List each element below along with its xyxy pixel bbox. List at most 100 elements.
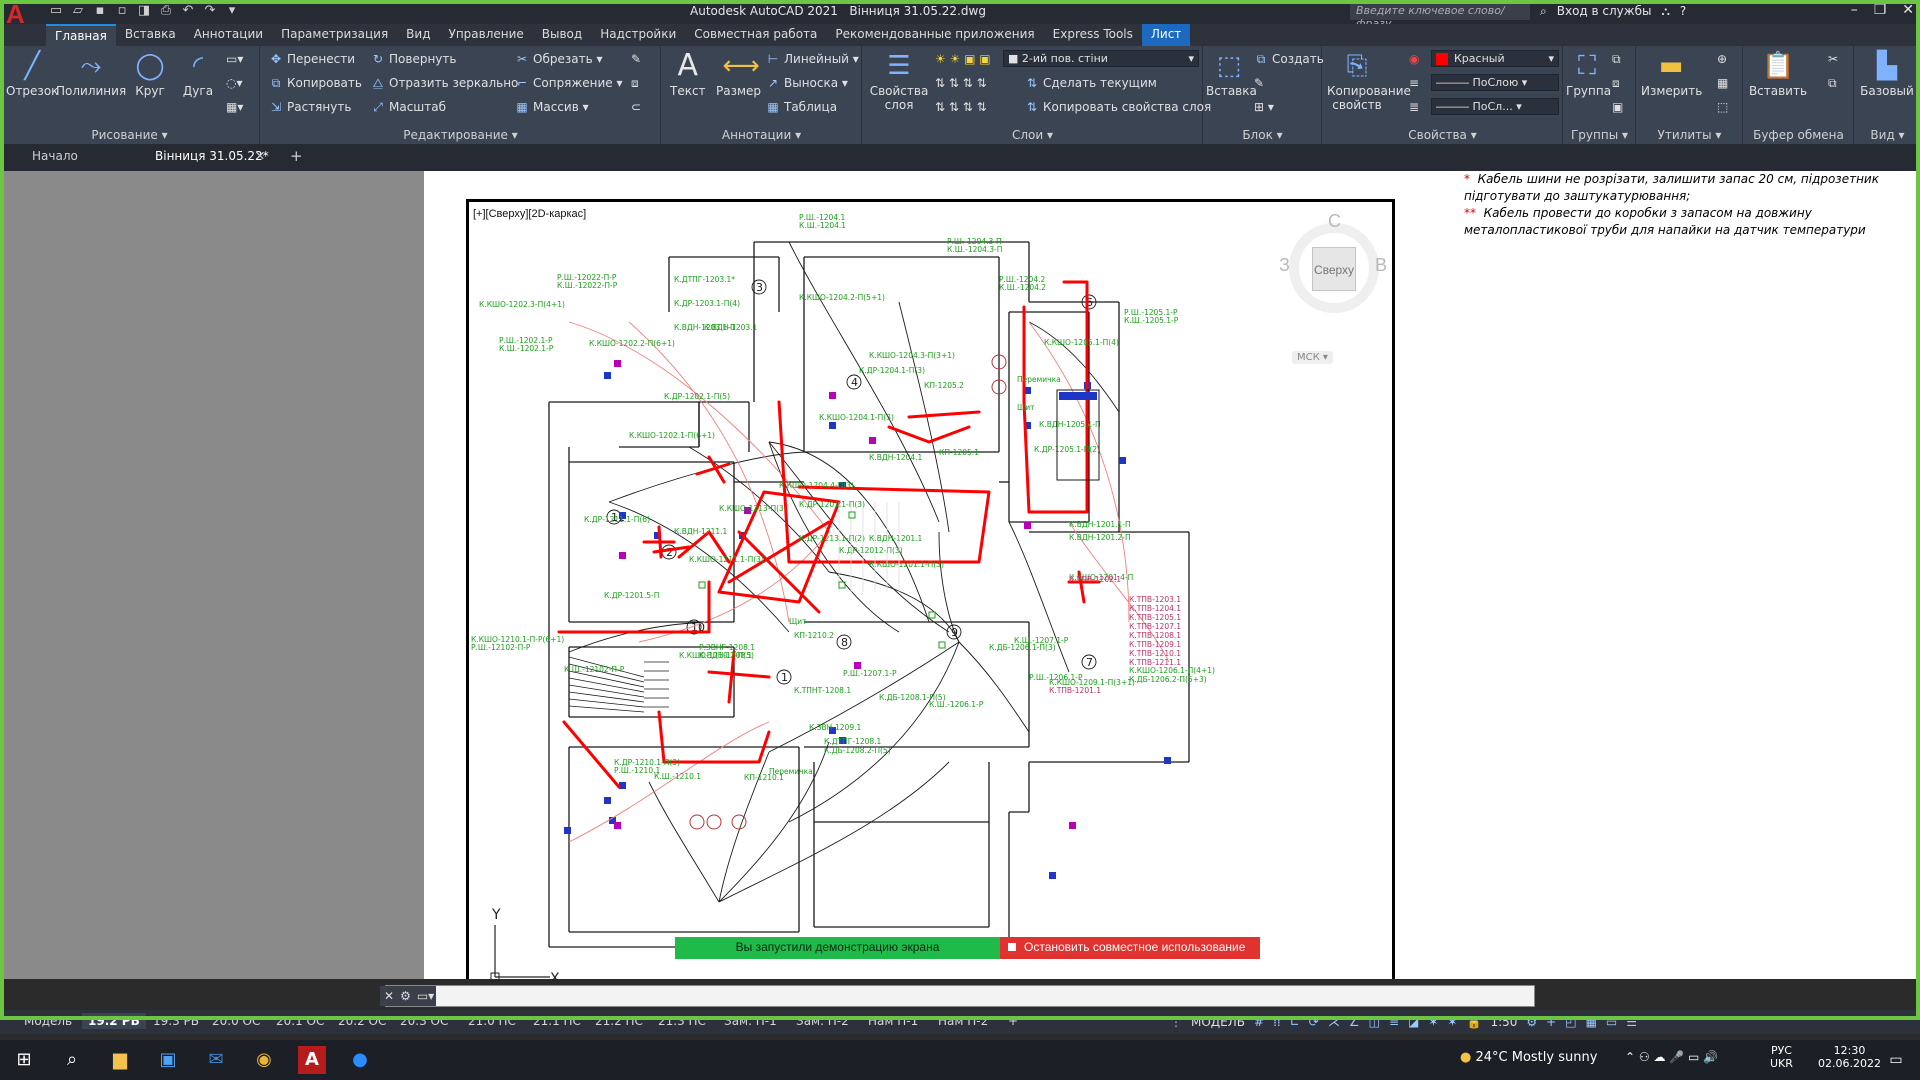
array-button[interactable]: ▦ Массив ▾ [515, 100, 588, 114]
rectangle-icon[interactable]: ▭▾ [226, 52, 243, 66]
layout-tab-2[interactable]: 19.3 РБ [147, 1013, 205, 1029]
panel-modify-title[interactable]: Редактирование ▾ [261, 128, 660, 142]
tab-express-tools[interactable]: Express Tools [1044, 24, 1142, 46]
trim-button[interactable]: ✂ Обрезать ▾ [515, 52, 603, 66]
viewport-controls-label[interactable]: [+][Сверху][2D-каркас] [473, 208, 586, 220]
layout-tab-9[interactable]: 21.2 ПС [589, 1013, 649, 1029]
stretch-button[interactable]: ⇲ Растянуть [269, 100, 351, 114]
undo-icon[interactable]: ↶ [180, 3, 196, 19]
viewcube-west-label[interactable]: З [1279, 255, 1290, 276]
dimension-button[interactable]: ⟷ Размер [716, 50, 761, 98]
stop-sharing-button[interactable]: Остановить совместное использование [1000, 937, 1260, 959]
circle-button[interactable]: ◯ Круг [134, 50, 166, 98]
redo-icon[interactable]: ↷ [202, 3, 218, 19]
layer-tools-row1[interactable]: ⇅ ⇅ ⇅ ⇅ [935, 76, 987, 90]
ucs-menu[interactable]: МСК ▾ [1292, 351, 1333, 364]
ungroup-icon[interactable]: ⧉ [1612, 52, 1621, 67]
panel-layers-title[interactable]: Слои ▾ [863, 128, 1202, 142]
fillet-button[interactable]: ⌐ Сопряжение ▾ [515, 76, 623, 90]
layout-tab-5[interactable]: 20.2 ОС [332, 1013, 392, 1029]
tray-icons[interactable]: ⌃ ⚇ ☁ 🎤 ▭ 🔊 [1625, 1050, 1718, 1064]
ortho-icon[interactable]: ∟ [1290, 1015, 1300, 1029]
match-properties-button[interactable]: ⎘ Копирование свойств [1327, 50, 1411, 112]
search-input[interactable]: Введите ключевое слово/фразу [1350, 2, 1530, 30]
clock[interactable]: 12:30 02.06.2022 [1818, 1044, 1881, 1070]
tab-addins[interactable]: Надстройки [591, 24, 685, 46]
grid-icon[interactable]: ▦▾ [226, 100, 243, 114]
text-button[interactable]: A Текст [670, 50, 706, 99]
command-line[interactable]: ✕ ⚙ ▭▾ [380, 985, 1535, 1007]
panel-utilities-title[interactable]: Утилиты ▾ [1637, 128, 1742, 142]
annotation-visibility-icon[interactable]: ✶ [1428, 1015, 1438, 1029]
layout-tab-12[interactable]: Зам. П-2 [790, 1013, 855, 1029]
make-current-button[interactable]: ⇅ Сделать текущим [1025, 76, 1157, 90]
id-point-icon[interactable]: ⊕ [1717, 52, 1727, 66]
linetype-dropdown[interactable]: ――― ПоСлою ▾ [1431, 74, 1559, 91]
layer-state-icons[interactable]: ☀ ☀ ▣ ▣ [935, 52, 991, 66]
new-icon[interactable]: ▭ [48, 3, 64, 19]
color-dropdown[interactable]: Красный ▾ [1431, 50, 1559, 67]
leader-button[interactable]: ↗ Выноска ▾ [766, 76, 848, 90]
edit-block-icon[interactable]: ✎ [1254, 76, 1264, 90]
tab-output[interactable]: Вывод [533, 24, 591, 46]
object-snap-icon[interactable]: ◫ [1369, 1015, 1380, 1029]
panel-groups-title[interactable]: Группы ▾ [1564, 128, 1635, 142]
close-tab-icon[interactable]: ✕ [255, 149, 265, 163]
notifications-icon[interactable]: ▭ [1882, 1046, 1910, 1074]
snap-mode-icon[interactable]: ⁞⁞ [1273, 1015, 1281, 1029]
new-tab-icon[interactable]: + [290, 147, 303, 165]
workspace-gear-icon[interactable]: ⚙ [1526, 1015, 1537, 1029]
attribute-icon[interactable]: ⊞ ▾ [1254, 100, 1274, 114]
erase-icon[interactable]: ✎ [631, 52, 641, 66]
chrome-icon[interactable]: ◉ [250, 1046, 278, 1074]
scale-button[interactable]: ⤢ Масштаб [371, 100, 446, 115]
layout-tab-8[interactable]: 21.1 ПС [527, 1013, 587, 1029]
paste-button[interactable]: 📋 Вставить [1748, 50, 1808, 98]
offset-icon[interactable]: ⊂ [631, 100, 641, 114]
layout-tab-6[interactable]: 20.3 ОС [394, 1013, 454, 1029]
layer-properties-button[interactable]: ☰ Свойства слоя [869, 50, 929, 112]
autocad-taskbar-icon[interactable]: A [298, 1046, 326, 1074]
auto-scale-icon[interactable]: ✶ [1447, 1015, 1457, 1029]
store-icon[interactable]: ⛬ [1661, 4, 1669, 19]
layer-tools-row2[interactable]: ⇅ ⇅ ⇅ ⇅ [935, 100, 987, 114]
panel-block-title[interactable]: Блок ▾ [1204, 128, 1321, 142]
add-layout-icon[interactable]: + [1002, 1013, 1024, 1029]
panel-clipboard-title[interactable]: Буфер обмена [1744, 128, 1853, 142]
layout-tab-3[interactable]: 20.0 ОС [206, 1013, 266, 1029]
wrench-icon[interactable]: ⚙ [400, 989, 411, 1003]
layout-tab-13[interactable]: Нам П-1 [862, 1013, 924, 1029]
customize-qat-icon[interactable]: ▾ [224, 3, 240, 19]
polyline-button[interactable]: ⤳ Полилиния [56, 50, 126, 98]
base-view-button[interactable]: ▙ Базовый [1859, 50, 1915, 98]
search-icon[interactable]: ⌕ [1540, 4, 1547, 19]
restore-icon[interactable]: ❐ [1874, 2, 1887, 18]
tab-collaborate[interactable]: Совместная работа [685, 24, 826, 46]
tab-start[interactable]: Начало [32, 149, 78, 163]
calculator-icon[interactable]: ▦ [1717, 76, 1728, 90]
tab-active-drawing[interactable]: Вінниця 31.05.22* [155, 149, 269, 163]
store-app-icon[interactable]: ▣ [154, 1046, 182, 1074]
tab-insert[interactable]: Вставка [116, 24, 185, 46]
panel-draw-title[interactable]: Рисование ▾ [0, 128, 259, 142]
panel-view-title[interactable]: Вид ▾ [1855, 128, 1920, 142]
insert-block-button[interactable]: ⬚ Вставка [1206, 50, 1257, 98]
layout-tab-14[interactable]: Нам П-2 [932, 1013, 994, 1029]
model-space-button[interactable]: МОДЕЛЬ [1191, 1015, 1245, 1029]
panel-properties-title[interactable]: Свойства ▾ [1323, 128, 1562, 142]
quick-properties-icon[interactable]: ▦ [1586, 1015, 1597, 1029]
isodraft-icon[interactable]: ⋌ [1328, 1015, 1340, 1029]
help-icon[interactable]: ? [1680, 4, 1686, 19]
layout-tab-4[interactable]: 20.1 ОС [270, 1013, 330, 1029]
select-all-icon[interactable]: ⬚ [1717, 100, 1728, 114]
drawing-workspace[interactable]: * Кабель шини не розрізати, залишити зап… [4, 171, 1919, 979]
group-select-icon[interactable]: ▣ [1612, 100, 1623, 114]
layout-tab-11[interactable]: Зам. П-1 [718, 1013, 783, 1029]
language-indicator[interactable]: РУС UKR [1770, 1044, 1793, 1070]
command-history-icon[interactable]: ▭▾ [417, 989, 434, 1003]
viewcube-east-label[interactable]: В [1375, 255, 1387, 276]
table-button[interactable]: ▦ Таблица [766, 100, 837, 114]
open-icon[interactable]: ▱ [70, 3, 86, 19]
save-as-icon[interactable]: ▫ [114, 3, 130, 19]
move-button[interactable]: ✥ Перенести [269, 52, 355, 66]
